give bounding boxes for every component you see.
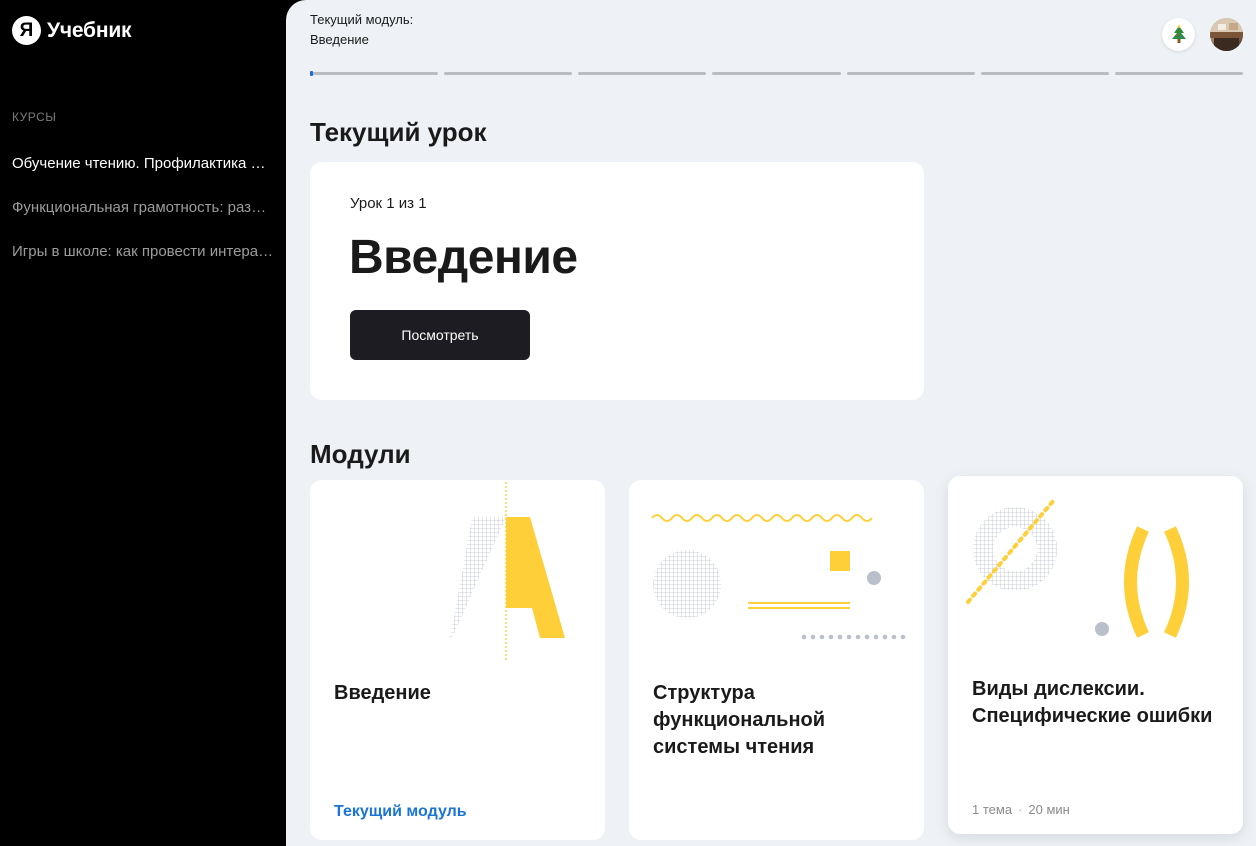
avatar[interactable]: [1210, 18, 1243, 51]
module-meta: 1 тема · 20 мин: [972, 802, 1070, 817]
module-status[interactable]: Текущий модуль: [334, 803, 467, 821]
module-card-2[interactable]: Структура функциональной системы чтения: [629, 480, 924, 840]
progress-segment: [712, 72, 841, 75]
progress-fill: [310, 71, 313, 76]
current-lesson-card: Урок 1 из 1 Введение Посмотреть: [310, 162, 924, 400]
module-duration: 20 мин: [1028, 802, 1070, 817]
logo-text: Учебник: [47, 18, 132, 42]
module-progress-bar: [310, 71, 1243, 76]
christmas-tree-icon[interactable]: [1162, 18, 1195, 51]
module-title: Виды дислексии. Специфические ошибки: [972, 678, 1213, 727]
meta-separator: ·: [1018, 802, 1023, 817]
progress-segment: [980, 72, 1109, 75]
lesson-title: Введение: [349, 231, 578, 284]
brackets-illustration: [966, 498, 1189, 638]
progress-segment: [846, 72, 975, 75]
yandex-logo-icon: Я: [12, 16, 41, 45]
module-title: Введение: [334, 682, 431, 704]
tree-icon-graphic: [1171, 24, 1186, 43]
progress-segment: [444, 72, 573, 75]
courses-caption: КУРСЫ: [12, 110, 57, 124]
watch-button[interactable]: Посмотреть: [350, 310, 530, 360]
modules-heading: Модули: [310, 439, 411, 469]
module-topics: 1 тема: [972, 802, 1013, 817]
sidebar: Я Учебник КУРСЫ Обучение чтению. Профила…: [0, 0, 300, 846]
current-lesson-heading: Текущий урок: [310, 117, 487, 147]
sidebar-course-1[interactable]: Обучение чтению. Профилактика дислексии: [12, 155, 274, 172]
avatar-photo: [1210, 18, 1243, 51]
logo[interactable]: Я Учебник: [12, 16, 132, 45]
sidebar-course-3[interactable]: Игры в школе: как провести интерактивный…: [12, 243, 274, 260]
current-module-name: Введение: [310, 32, 369, 47]
module-card-3[interactable]: Виды дислексии. Специфические ошибки 1 т…: [948, 476, 1243, 834]
progress-segment: [1114, 72, 1243, 75]
progress-segment: [578, 72, 707, 75]
progress-segment: [310, 71, 439, 76]
main-content: Текущий модуль: Введение Текущий урок Ур…: [286, 0, 1256, 846]
module-card-1[interactable]: Введение Текущий модуль: [310, 480, 605, 840]
module-title: Структура функциональной системы чтения: [653, 682, 826, 758]
letter-a-illustration: [450, 482, 565, 660]
lesson-counter: Урок 1 из 1: [350, 195, 427, 212]
wave-shapes-illustration: [651, 514, 906, 640]
current-module-caption: Текущий модуль:: [310, 12, 414, 27]
sidebar-course-2[interactable]: Функциональная грамотность: развитие: [12, 199, 274, 216]
